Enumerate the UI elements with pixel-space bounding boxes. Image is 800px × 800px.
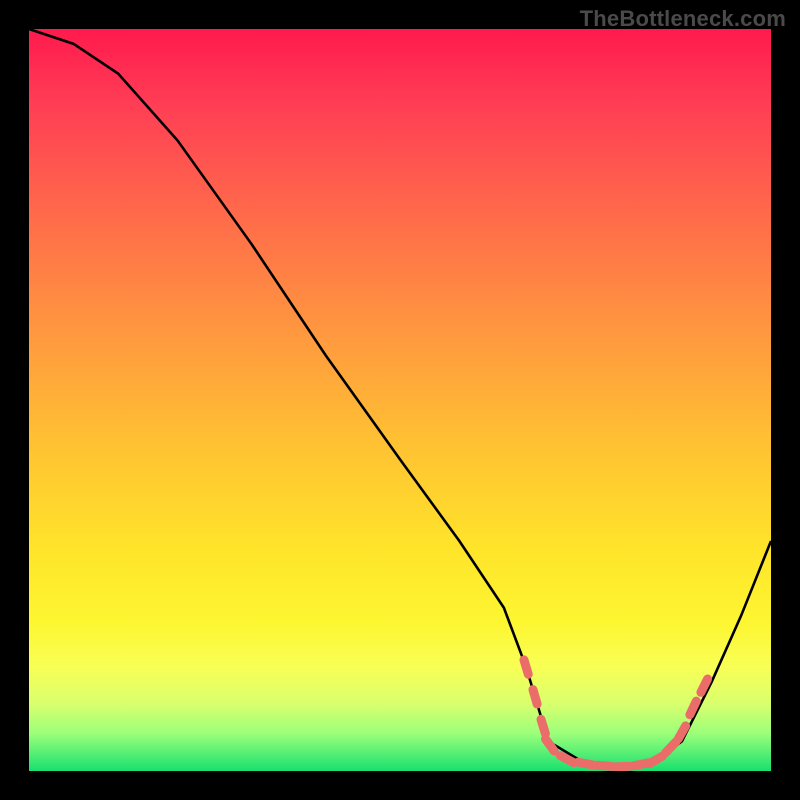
marker-dash: [533, 690, 537, 704]
marker-dash: [597, 765, 612, 766]
bottleneck-curve: [29, 29, 771, 771]
marker-dash: [524, 660, 528, 674]
marker-dash: [615, 766, 630, 767]
marker-dash: [678, 726, 685, 739]
bottom-segment-markers: [524, 660, 708, 767]
marker-dash: [541, 719, 545, 733]
marker-dash: [560, 756, 573, 763]
plot-area: [29, 29, 771, 771]
marker-dash: [690, 701, 696, 715]
marker-dash: [578, 762, 593, 765]
curve-line: [29, 29, 771, 767]
marker-dash: [666, 742, 676, 753]
marker-dash: [649, 756, 662, 763]
marker-dash: [545, 739, 554, 751]
chart-frame: TheBottleneck.com: [0, 0, 800, 800]
marker-dash: [701, 679, 708, 692]
